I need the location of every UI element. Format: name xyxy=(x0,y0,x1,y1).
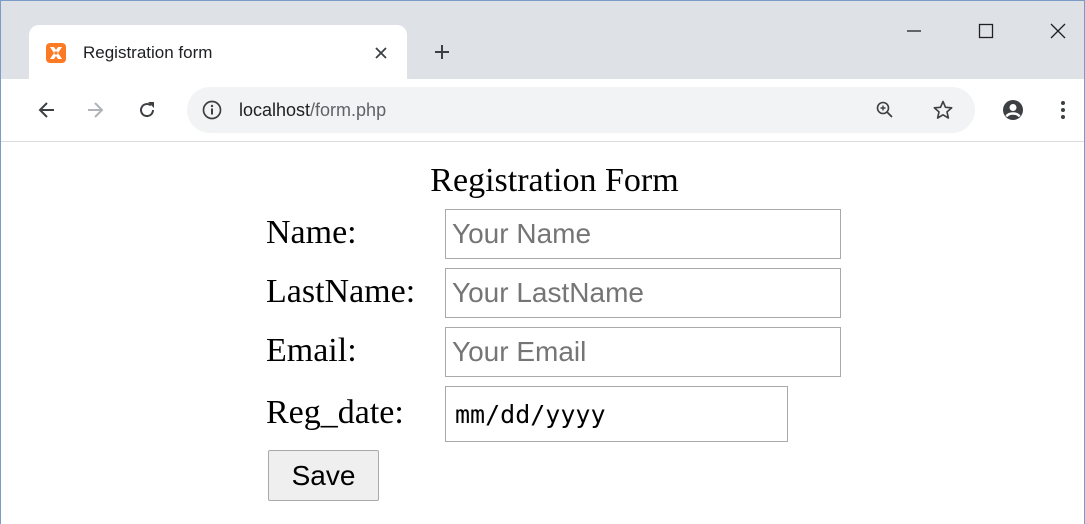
browser-toolbar: localhost/form.php xyxy=(1,79,1084,142)
url-path: /form.php xyxy=(310,100,387,120)
profile-avatar-icon[interactable] xyxy=(995,92,1031,128)
reload-icon[interactable] xyxy=(129,92,165,128)
lastname-input[interactable] xyxy=(445,268,841,318)
url-text: localhost/form.php xyxy=(239,100,386,121)
menu-kebab-icon[interactable] xyxy=(1045,92,1081,128)
page-content: Registration Form Name: LastName: Email:… xyxy=(1,142,1084,524)
save-button[interactable]: Save xyxy=(268,450,379,501)
minimize-icon[interactable] xyxy=(891,13,937,49)
name-label: Name: xyxy=(266,214,357,251)
url-host: localhost xyxy=(239,100,311,120)
new-tab-icon[interactable] xyxy=(425,35,459,69)
xampp-icon xyxy=(46,43,66,63)
date-placeholder: mm/dd/yyyy xyxy=(455,399,606,429)
form-title: Registration Form xyxy=(430,162,679,199)
tab-title: Registration form xyxy=(83,43,213,62)
close-tab-icon[interactable] xyxy=(367,39,395,67)
bookmark-star-icon[interactable] xyxy=(929,96,957,124)
reg-date-label: Reg_date: xyxy=(266,394,404,431)
zoom-icon[interactable] xyxy=(871,96,899,124)
tab-strip: Registration form xyxy=(1,1,1084,81)
info-icon[interactable] xyxy=(201,99,223,126)
name-input[interactable] xyxy=(445,209,841,259)
forward-arrow-icon[interactable] xyxy=(77,92,113,128)
email-input[interactable] xyxy=(445,327,841,377)
back-arrow-icon[interactable] xyxy=(29,92,65,128)
email-label: Email: xyxy=(266,332,357,369)
browser-window: Registration form localhost/form.php Reg… xyxy=(0,0,1085,524)
maximize-icon[interactable] xyxy=(963,13,1009,49)
tab-registration-form[interactable]: Registration form xyxy=(29,25,407,81)
close-window-icon[interactable] xyxy=(1035,13,1081,49)
lastname-label: LastName: xyxy=(266,273,416,310)
reg-date-input[interactable]: mm/dd/yyyy xyxy=(445,386,788,442)
address-bar[interactable]: localhost/form.php xyxy=(187,87,975,133)
